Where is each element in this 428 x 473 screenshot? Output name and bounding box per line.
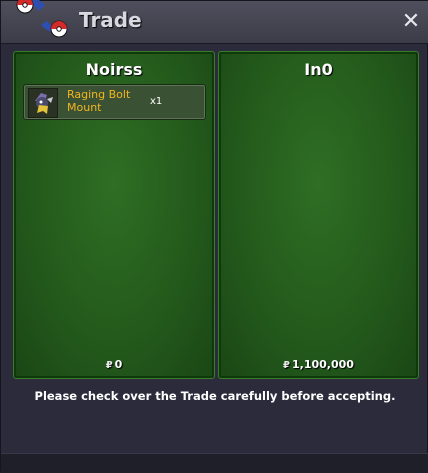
coin-icon: ₽ — [105, 360, 113, 371]
pokeball-logo-icon — [16, 0, 69, 38]
window-title: Trade — [79, 8, 142, 32]
item-quantity: x1 — [150, 96, 163, 107]
item-name: Raging Bolt Mount — [67, 88, 131, 114]
title-bar[interactable]: Trade ✕ — [1, 0, 428, 44]
trade-window: Trade ✕ Noirss Raging Bolt Mount x1 ₽0 I… — [0, 0, 428, 473]
money-amount: 1,100,000 — [292, 358, 354, 371]
player-name: Noirss — [85, 60, 143, 79]
trade-item-slot[interactable]: Raging Bolt Mount x1 — [23, 84, 206, 120]
footer-bar — [1, 453, 428, 473]
money-offer: ₽0 — [16, 358, 212, 371]
close-button[interactable]: ✕ — [399, 10, 423, 34]
player-name: In0 — [304, 60, 333, 79]
money-amount: 0 — [114, 358, 123, 371]
money-offer: ₽1,100,000 — [221, 358, 416, 371]
coin-icon: ₽ — [283, 360, 291, 371]
trade-panel-right: In0 ₽1,100,000 — [218, 51, 419, 379]
close-icon: ✕ — [401, 9, 421, 34]
raging-bolt-icon — [28, 88, 58, 118]
trade-panel-left: Noirss Raging Bolt Mount x1 ₽0 — [13, 51, 215, 379]
trade-notice: Please check over the Trade carefully be… — [34, 389, 396, 403]
